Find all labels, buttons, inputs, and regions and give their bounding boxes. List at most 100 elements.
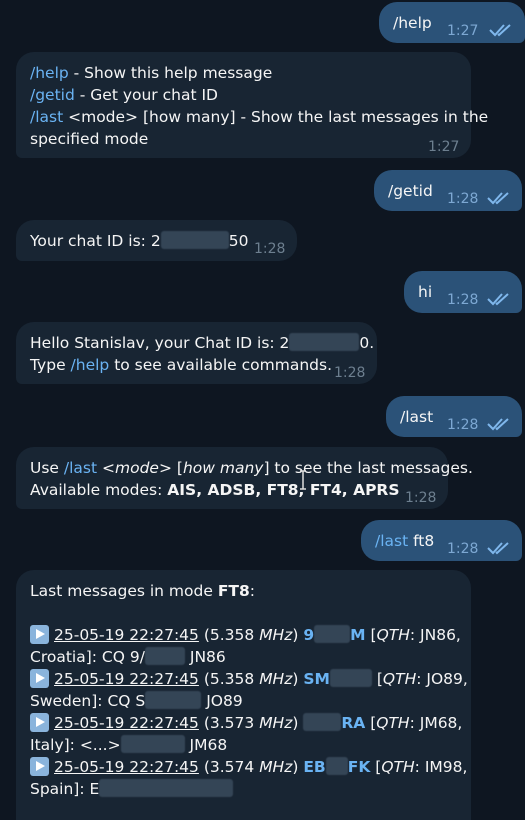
frequency-close: ) — [292, 670, 304, 688]
qth-label: QTH — [376, 714, 410, 732]
frequency-close: ) — [292, 714, 304, 732]
frequency-unit: MHz — [259, 758, 293, 776]
redacted-callsign — [325, 757, 348, 775]
play-icon[interactable] — [30, 669, 49, 688]
chat-id-label: Your chat ID is: 2 — [30, 232, 161, 250]
last-description: <mode> [how many] - Show the last messag… — [63, 108, 489, 126]
timestamp-link[interactable]: 25-05-19 22:27:45 — [54, 626, 199, 644]
incoming-message-ft8-list[interactable]: Last messages in mode FT8: 25-05-19 22:2… — [16, 570, 471, 820]
outgoing-message-hi[interactable]: hi 1:28 — [404, 271, 522, 313]
last-command-link[interactable]: /last — [375, 532, 408, 550]
country-message: Sweden]: CQ S — [30, 692, 146, 710]
frequency: (5.358 — [198, 670, 260, 688]
country-message: Croatia]: CQ 9/ — [30, 648, 145, 666]
country-message: Spain]: E — [30, 780, 100, 798]
qth-value: : JO89, — [416, 670, 468, 688]
message-grid: JN86 — [189, 648, 226, 666]
modes-list: AIS, ADSB, FT8, FT4, APRS — [167, 481, 400, 499]
frequency: (3.573 — [198, 714, 260, 732]
ft8-entry: 25-05-19 22:27:45 (5.358 MHz) 9 M [QTH: J… — [30, 624, 461, 646]
list-title: Last messages in mode — [30, 582, 218, 600]
message-time: 1:27 — [447, 23, 479, 39]
message-text: /help — [393, 14, 432, 32]
type-text: Type — [30, 356, 71, 374]
message-text: /getid — [388, 182, 433, 200]
message-time: 1:28 — [447, 417, 479, 433]
frequency-unit: MHz — [259, 714, 293, 732]
read-checkmarks-icon — [487, 192, 509, 205]
timestamp-link[interactable]: 25-05-19 22:27:45 — [54, 714, 199, 732]
list-title-colon: : — [249, 582, 256, 600]
qth-label: QTH — [376, 626, 410, 644]
incoming-message-hello[interactable]: Hello Stanislav, your Chat ID is: 2 0. Ty… — [16, 322, 377, 384]
redacted-text — [99, 779, 234, 797]
getid-command-link[interactable]: /getid — [30, 86, 75, 104]
play-icon[interactable] — [30, 713, 49, 732]
incoming-message-help-reply[interactable]: /help - Show this help message /getid - … — [16, 52, 488, 158]
frequency-unit: MHz — [259, 626, 293, 644]
play-icon[interactable] — [30, 757, 49, 776]
qth-value: : IM98, — [414, 758, 468, 776]
callsign-link[interactable]: SM — [303, 670, 330, 688]
usage-text: > [ — [158, 459, 183, 477]
message-arg: ft8 — [408, 532, 435, 550]
frequency-close: ) — [292, 758, 304, 776]
getid-description: - Get your chat ID — [74, 86, 218, 104]
callsign-link[interactable]: 9 — [303, 626, 314, 644]
qth-label: QTH — [381, 758, 415, 776]
usage-text: < — [97, 459, 115, 477]
message-grid: JO89 — [206, 692, 243, 710]
commands-text: to see available commands. — [109, 356, 333, 374]
outgoing-message-help[interactable]: /help 1:27 — [379, 2, 525, 43]
callsign-link[interactable]: RA — [341, 714, 365, 732]
message-text: /last — [400, 408, 434, 426]
redacted-callsign — [303, 713, 342, 731]
usage-how-many: how many — [182, 459, 264, 477]
read-checkmarks-icon — [489, 24, 511, 37]
redacted-chat-id — [289, 333, 360, 351]
timestamp-link[interactable]: 25-05-19 22:27:45 — [54, 758, 199, 776]
message-time: 1:28 — [447, 541, 479, 557]
incoming-message-chat-id[interactable]: Your chat ID is: 2 50 1:28 — [16, 220, 297, 261]
last-command-link[interactable]: /last — [64, 459, 97, 477]
ft8-entry: 25-05-19 22:27:45 (3.574 MHz) EB FK [QTH:… — [30, 756, 467, 778]
incoming-message-last-usage[interactable]: Use /last <mode> [how many] to see the l… — [16, 447, 473, 509]
outgoing-message-last-ft8[interactable]: /last ft8 1:28 — [361, 520, 522, 561]
callsign-link[interactable]: EB — [303, 758, 325, 776]
ft8-entry: 25-05-19 22:27:45 (3.573 MHz) RA [QTH: J… — [30, 712, 462, 734]
read-checkmarks-icon — [487, 418, 509, 431]
hello-text: Hello Stanislav, your Chat ID is: 2 — [30, 334, 290, 352]
help-command-link[interactable]: /help — [71, 356, 110, 374]
message-text: hi — [418, 283, 433, 301]
message-time: 1:27 — [428, 139, 460, 155]
last-command-link[interactable]: /last — [30, 108, 63, 126]
hello-suffix: 0. — [359, 334, 375, 352]
country-message: Italy]: <...> — [30, 736, 121, 754]
usage-mode: mode — [115, 459, 159, 477]
help-command-link[interactable]: /help — [30, 64, 69, 82]
message-time: 1:28 — [447, 191, 479, 207]
qth-value: : JN86, — [409, 626, 461, 644]
redacted-text — [144, 647, 185, 665]
callsign-link[interactable]: FK — [348, 758, 371, 776]
callsign-link[interactable]: M — [350, 626, 365, 644]
qth-bracket: [ — [365, 714, 377, 732]
ft8-entry: 25-05-19 22:27:45 (5.358 MHz) SM [QTH: J… — [30, 668, 468, 690]
usage-prefix: Use — [30, 459, 64, 477]
outgoing-message-last[interactable]: /last 1:28 — [386, 396, 522, 437]
message-time: 1:28 — [405, 490, 437, 506]
qth-label: QTH — [382, 670, 417, 688]
outgoing-message-getid[interactable]: /getid 1:28 — [374, 170, 522, 211]
message-grid: JM68 — [189, 736, 228, 754]
text-cursor-icon — [300, 470, 306, 490]
qth-bracket: [ — [371, 670, 383, 688]
chat-id-suffix: 50 — [228, 232, 249, 250]
qth-value: : JM68, — [409, 714, 463, 732]
timestamp-link[interactable]: 25-05-19 22:27:45 — [54, 670, 199, 688]
redacted-callsign — [314, 625, 351, 643]
play-icon[interactable] — [30, 625, 49, 644]
list-mode: FT8 — [217, 582, 250, 600]
message-time: 1:28 — [447, 292, 479, 308]
redacted-callsign — [329, 669, 372, 687]
redacted-chat-id — [160, 231, 229, 249]
